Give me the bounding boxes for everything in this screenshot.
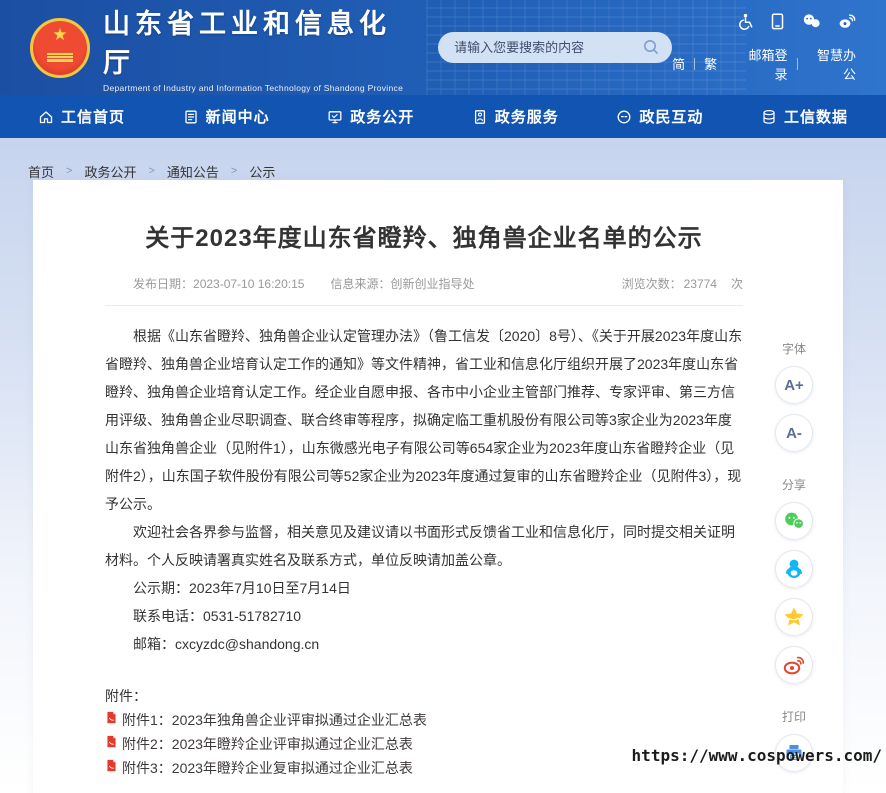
nav-item-gov-service[interactable]: 政务服务 (472, 106, 559, 127)
nav-item-interaction[interactable]: 政民互动 (616, 106, 703, 127)
attachment-label: 附件3：2023年瞪羚企业复审拟通过企业汇总表 (122, 756, 413, 780)
breadcrumb-separator: > (66, 165, 72, 177)
font-increase-button[interactable]: A+ (775, 366, 813, 404)
meta-divider (105, 305, 743, 306)
mail-login-link[interactable]: 邮箱登录 (738, 45, 787, 83)
national-emblem-logo (30, 18, 90, 78)
nav-label: 工信数据 (784, 106, 848, 127)
share-qzone-button[interactable] (775, 598, 813, 636)
page: 山东省工业和信息化厅 Department of Industry and In… (0, 0, 886, 793)
nav-item-data[interactable]: 工信数据 (761, 106, 848, 127)
attachment-link-1[interactable]: 附件1：2023年独角兽企业评审拟通过企业汇总表 (105, 708, 743, 732)
divider (797, 58, 798, 70)
nav-label: 政务服务 (495, 106, 559, 127)
site-subtitle-en: Department of Industry and Information T… (103, 83, 410, 93)
news-icon (183, 109, 199, 125)
search-input[interactable] (438, 32, 672, 63)
wechat-icon[interactable] (802, 13, 821, 34)
article-meta: 发布日期：2023-07-10 16:20:15 信息来源：创新创业指导处 浏览… (105, 275, 743, 292)
search-box (438, 32, 672, 63)
pdf-icon (105, 711, 118, 724)
service-icon (472, 109, 488, 125)
page-title: 关于2023年度山东省瞪羚、独角兽企业名单的公示 (105, 218, 743, 253)
site-brand[interactable]: 山东省工业和信息化厅 Department of Industry and In… (30, 2, 410, 93)
share-label: 分享 (782, 476, 806, 493)
share-weibo-button[interactable] (775, 646, 813, 684)
nav-item-gov-info[interactable]: 政务公开 (327, 106, 414, 127)
share-wechat-button[interactable] (775, 502, 813, 540)
view-count: 浏览次数：23774次 (622, 275, 743, 292)
breadcrumb-gov-info[interactable]: 政务公开 (84, 162, 136, 181)
nav-item-home[interactable]: 工信首页 (38, 106, 125, 127)
font-size-label: 字体 (782, 340, 806, 357)
site-title: 山东省工业和信息化厅 (103, 2, 410, 80)
smart-office-link[interactable]: 智慧办公 (807, 45, 856, 83)
attachments-section: 附件： 附件1：2023年独角兽企业评审拟通过企业汇总表 附件2：2023年瞪羚… (105, 684, 743, 780)
meta-left: 发布日期：2023-07-10 16:20:15 信息来源：创新创业指导处 (105, 275, 474, 292)
nav-item-news[interactable]: 新闻中心 (183, 106, 270, 127)
nav-label: 新闻中心 (206, 106, 270, 127)
weibo-icon[interactable] (838, 13, 856, 34)
main-nav: 工信首页 新闻中心 政务公开 政务服务 政民互动 工信数据 (0, 95, 886, 138)
interact-icon (616, 109, 632, 125)
qq-icon (784, 558, 804, 580)
article-card: 关于2023年度山东省瞪羚、独角兽企业名单的公示 发布日期：2023-07-10… (33, 180, 843, 793)
breadcrumb-home[interactable]: 首页 (28, 162, 54, 181)
attachment-label: 附件2：2023年瞪羚企业评审拟通过企业汇总表 (122, 732, 413, 756)
content-background: 首页 > 政务公开 > 通知公告 > 公示 关于2023年度山东省瞪羚、独角兽企… (0, 138, 886, 793)
info-source: 信息来源：创新创业指导处 (330, 275, 474, 292)
attachment-label: 附件1：2023年独角兽企业评审拟通过企业汇总表 (122, 708, 427, 732)
brand-text: 山东省工业和信息化厅 Department of Industry and In… (103, 2, 410, 93)
article-paragraph: 欢迎社会各界参与监督，相关意见及建议请以书面形式反馈省工业和信息化厅，同时提交相… (105, 518, 743, 574)
print-label: 打印 (782, 708, 806, 725)
pdf-icon (105, 759, 118, 772)
weibo-icon (783, 655, 805, 675)
nav-label: 政民互动 (639, 106, 703, 127)
watermark: https://www.cospowers.com/ (632, 746, 882, 765)
utility-icons (672, 13, 856, 35)
monitor-icon (327, 109, 343, 125)
share-qq-button[interactable] (775, 550, 813, 588)
breadcrumb-current: 公示 (249, 162, 275, 181)
notice-period: 公示期：2023年7月10日至7月14日 (105, 574, 743, 602)
contact-phone: 联系电话：0531-51782710 (105, 602, 743, 630)
qzone-star-icon (783, 606, 805, 628)
breadcrumb: 首页 > 政务公开 > 通知公告 > 公示 (0, 138, 886, 180)
accessibility-icon[interactable] (736, 13, 753, 35)
page-tools-sidebar: 字体 A+ A- 分享 打印 (771, 340, 817, 782)
breadcrumb-separator: > (148, 165, 154, 177)
attachments-label: 附件： (105, 684, 743, 708)
font-decrease-button[interactable]: A- (775, 414, 813, 452)
contact-email: 邮箱：cxcyzdc@shandong.cn (105, 630, 743, 658)
article-paragraph: 根据《山东省瞪羚、独角兽企业认定管理办法》（鲁工信发〔2020〕8号）、《关于开… (105, 322, 743, 518)
article-body: 根据《山东省瞪羚、独角兽企业认定管理办法》（鲁工信发〔2020〕8号）、《关于开… (105, 322, 743, 658)
publish-date: 发布日期：2023-07-10 16:20:15 (133, 275, 304, 292)
nav-label: 政务公开 (350, 106, 414, 127)
mobile-version-icon[interactable] (770, 13, 785, 35)
breadcrumb-notices[interactable]: 通知公告 (167, 162, 219, 181)
nav-label: 工信首页 (61, 106, 125, 127)
home-icon (38, 109, 54, 125)
lang-simplified-link[interactable]: 简 (672, 54, 685, 73)
pdf-icon (105, 735, 118, 748)
lang-traditional-link[interactable]: 繁 (704, 54, 717, 73)
wechat-icon (783, 511, 805, 531)
header-utility-area: 简 繁 邮箱登录 智慧办公 (672, 13, 856, 83)
breadcrumb-separator: > (231, 165, 237, 177)
utility-links: 简 繁 邮箱登录 智慧办公 (672, 45, 856, 83)
database-icon (761, 109, 777, 125)
site-header: 山东省工业和信息化厅 Department of Industry and In… (0, 0, 886, 95)
divider (694, 58, 695, 70)
search-icon[interactable] (642, 38, 660, 61)
